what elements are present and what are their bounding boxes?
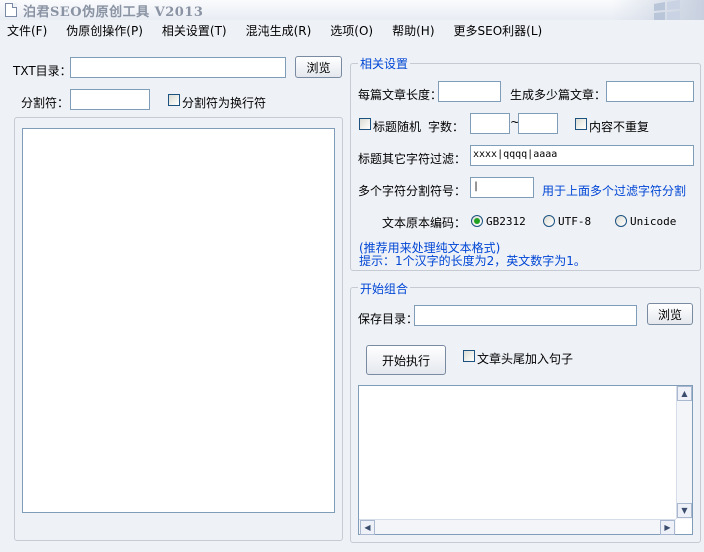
txt-dir-label: TXT目录：: [13, 64, 72, 78]
save-dir-label: 保存目录：: [358, 312, 419, 326]
word-count-min-input[interactable]: [470, 113, 510, 134]
window-title: 泊君SEO伪原创工具 V2013: [23, 4, 204, 20]
save-dir-input[interactable]: [414, 305, 637, 326]
length-tip: 提示：1个汉字的长度为2，英文数字为1。: [359, 254, 586, 268]
encoding-utf8-radio[interactable]: [543, 215, 555, 227]
title-filter-label: 标题其它字符过滤：: [358, 152, 467, 166]
menu-bar: 文件(F) 伪原创操作(P) 相关设置(T) 混沌生成(R) 选项(O) 帮助(…: [0, 20, 704, 40]
menu-settings[interactable]: 相关设置(T): [162, 22, 227, 39]
horizontal-scrollbar[interactable]: ◀ ▶: [359, 519, 676, 535]
start-button[interactable]: 开始执行: [366, 345, 446, 375]
source-text-area[interactable]: [22, 128, 335, 513]
settings-group-title: 相关设置: [358, 55, 411, 72]
encoding-gb2312-label: GB2312: [486, 215, 526, 228]
menu-help[interactable]: 帮助(H): [392, 22, 434, 39]
menu-file[interactable]: 文件(F): [7, 22, 47, 39]
combine-group-title: 开始组合: [358, 280, 411, 297]
scroll-down-icon[interactable]: ▼: [677, 503, 692, 518]
scroll-left-icon[interactable]: ◀: [360, 520, 375, 535]
encoding-gb2312-radio[interactable]: [471, 215, 483, 227]
vertical-scrollbar[interactable]: ▲ ▼: [676, 386, 692, 519]
encoding-label: 文本原本编码：: [382, 216, 467, 230]
title-filter-input[interactable]: xxxx|qqqq|aaaa: [470, 145, 694, 166]
menu-pseudo-original[interactable]: 伪原创操作(P): [66, 22, 143, 39]
scroll-right-icon[interactable]: ▶: [660, 520, 675, 535]
separator-newline-label: 分割符为换行符: [182, 96, 267, 110]
multi-separator-input[interactable]: |: [470, 177, 534, 198]
article-count-input[interactable]: [606, 81, 694, 102]
title-bar: 泊君SEO伪原创工具 V2013: [0, 0, 704, 20]
random-title-checkbox[interactable]: [359, 118, 371, 130]
menu-options[interactable]: 选项(O): [330, 22, 373, 39]
menu-chaos-generate[interactable]: 混沌生成(R): [246, 22, 312, 39]
article-length-input[interactable]: [438, 81, 501, 102]
separator-label: 分割符：: [21, 96, 70, 110]
windows-logo-icon: [612, 0, 704, 20]
multi-separator-hint: 用于上面多个过滤字符分割: [542, 184, 687, 198]
separator-newline-checkbox[interactable]: [168, 94, 180, 106]
add-sentence-checkbox[interactable]: [463, 350, 475, 362]
scroll-up-icon[interactable]: ▲: [677, 386, 692, 401]
save-browse-button[interactable]: 浏览: [647, 303, 693, 325]
word-count-label: 字数：: [428, 120, 465, 134]
word-count-max-input[interactable]: [518, 113, 558, 134]
encoding-utf8-label: UTF-8: [558, 215, 592, 228]
output-log-area[interactable]: [358, 385, 693, 535]
menu-more-seo[interactable]: 更多SEO利器(L): [454, 22, 543, 39]
txt-browse-button[interactable]: 浏览: [295, 56, 342, 78]
no-duplicate-label: 内容不重复: [589, 120, 650, 134]
article-length-label: 每篇文章长度：: [358, 88, 443, 102]
add-sentence-label: 文章头尾加入句子: [477, 352, 574, 366]
txt-dir-input[interactable]: [70, 57, 286, 78]
article-count-label: 生成多少篇文章：: [510, 88, 607, 102]
no-duplicate-checkbox[interactable]: [575, 118, 587, 130]
document-icon: [5, 3, 17, 17]
encoding-unicode-radio[interactable]: [615, 215, 627, 227]
random-title-label: 标题随机: [373, 120, 422, 134]
separator-input[interactable]: [70, 89, 150, 110]
encoding-unicode-label: Unicode: [630, 215, 677, 228]
multi-separator-label: 多个字符分割符号：: [358, 184, 467, 198]
